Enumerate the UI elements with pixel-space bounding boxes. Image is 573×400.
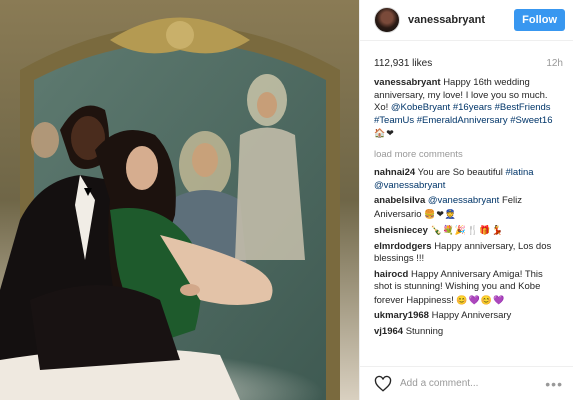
post-header: vanessabryant Follow bbox=[360, 0, 573, 41]
comment-username[interactable]: anabelsilva bbox=[374, 195, 425, 206]
avatar[interactable] bbox=[374, 7, 400, 33]
comment-emojis: 😊💜😊💜 bbox=[456, 294, 506, 305]
comment-emojis: 🍾💐🎉🍴🎁💃 bbox=[430, 225, 504, 235]
load-more-comments-link[interactable]: load more comments bbox=[374, 149, 561, 162]
more-options-icon[interactable]: ••• bbox=[545, 376, 563, 392]
comment-emojis: 🍔❤👮 bbox=[424, 208, 458, 219]
post-photo[interactable] bbox=[0, 0, 359, 400]
comment-mention[interactable]: @vanessabryant bbox=[428, 195, 499, 206]
comment: sheisniecey 🍾💐🎉🍴🎁💃 bbox=[374, 224, 561, 238]
add-comment-input[interactable]: Add a comment... bbox=[400, 378, 545, 389]
post-detail-panel: vanessabryant Follow 112,931 likes 12h v… bbox=[359, 0, 573, 400]
comment-username[interactable]: vj1964 bbox=[374, 326, 403, 337]
comment-username[interactable]: elmrdodgers bbox=[374, 241, 432, 252]
comment: ukmary1968 Happy Anniversary bbox=[374, 310, 561, 323]
follow-button[interactable]: Follow bbox=[514, 9, 565, 31]
post-timestamp[interactable]: 12h bbox=[546, 58, 563, 69]
comment-text: You are So beautiful bbox=[417, 167, 503, 178]
comment-text: Stunning bbox=[405, 325, 444, 337]
post-image bbox=[0, 0, 359, 400]
comment-mention[interactable]: @vanessabryant bbox=[374, 180, 445, 191]
caption-username[interactable]: vanessabryant bbox=[374, 77, 441, 88]
comment: elmrdodgers Happy anniversary, Los dos b… bbox=[374, 241, 561, 266]
comment: nahnai24 You are So beautiful #latina @v… bbox=[374, 167, 561, 192]
comment: anabelsilva @vanessabryant Feliz Anivers… bbox=[374, 195, 561, 221]
caption-hashtag-16years[interactable]: #16years bbox=[453, 102, 492, 113]
caption: vanessabryant Happy 16th wedding anniver… bbox=[374, 77, 561, 141]
comment: vj1964 Stunning bbox=[374, 326, 561, 339]
comment-hashtag[interactable]: #latina bbox=[506, 167, 534, 178]
post-meta: 112,931 likes 12h bbox=[360, 41, 573, 69]
caption-hashtags-emerald[interactable]: #EmeraldAnniversary #Sweet16 bbox=[417, 115, 553, 126]
comment-username[interactable]: hairocd bbox=[374, 269, 408, 280]
comment-text: Happy Anniversary bbox=[431, 310, 512, 321]
username-link[interactable]: vanessabryant bbox=[408, 14, 514, 26]
heart-icon[interactable] bbox=[374, 375, 392, 393]
caption-mention[interactable]: @KobeBryant bbox=[391, 102, 450, 113]
comment-username[interactable]: nahnai24 bbox=[374, 167, 415, 178]
comment-bar: Add a comment... ••• bbox=[360, 366, 573, 400]
likes-count[interactable]: 112,931 likes bbox=[374, 58, 432, 69]
comment-username[interactable]: sheisniecey bbox=[374, 225, 428, 236]
comments-list: vanessabryant Happy 16th wedding anniver… bbox=[360, 69, 573, 338]
caption-emojis: 🏠❤ bbox=[374, 128, 395, 138]
comment-username[interactable]: ukmary1968 bbox=[374, 310, 429, 321]
comment: hairocd Happy Anniversary Amiga! This sh… bbox=[374, 269, 561, 308]
